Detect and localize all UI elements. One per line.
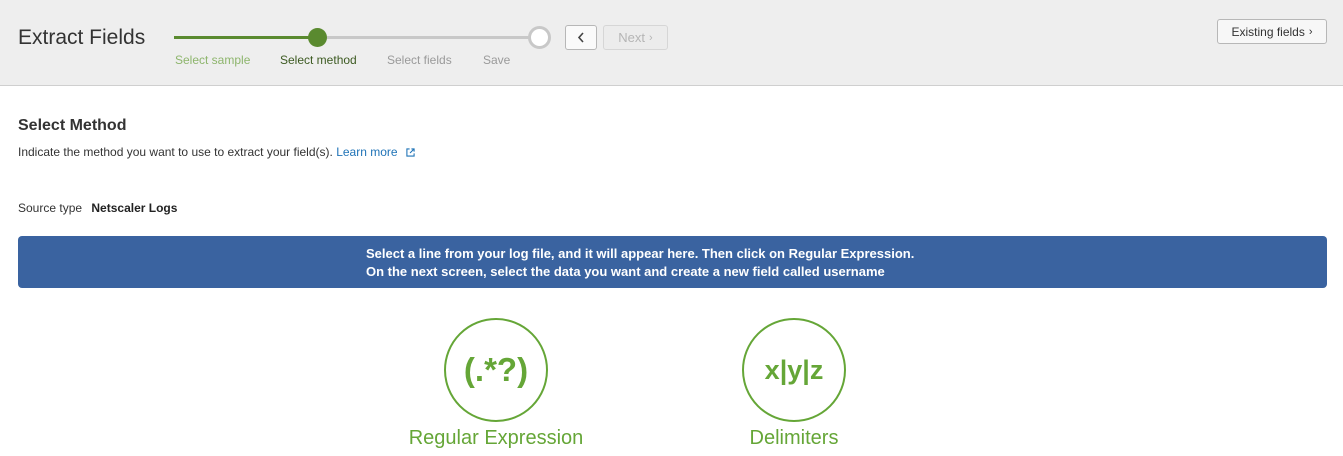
regular-expression-option[interactable]: (.*?) Regular Expression <box>386 318 606 454</box>
regex-symbol-icon: (.*?) <box>444 318 548 422</box>
source-type-row: Source type Netscaler Logs <box>18 201 177 215</box>
header-bar: Extract Fields Select sample Select meth… <box>0 0 1343 86</box>
instructions-text: Indicate the method you want to use to e… <box>18 145 333 159</box>
source-type-label: Source type <box>18 201 83 215</box>
banner-line-2: On the next screen, select the data you … <box>366 264 885 279</box>
back-button[interactable] <box>565 25 597 50</box>
learn-more-label: Learn more <box>336 145 398 159</box>
next-button-label: Next <box>618 30 646 45</box>
current-step-marker <box>308 28 327 47</box>
existing-fields-button[interactable]: Existing fields › <box>1217 19 1327 44</box>
instruction-banner: Select a line from your log file, and it… <box>18 236 1327 288</box>
next-button[interactable]: Next › <box>603 25 668 50</box>
chevron-right-icon: › <box>1308 25 1313 38</box>
delimiters-option[interactable]: x|y|z Delimiters <box>684 318 904 454</box>
step-select-sample: Select sample <box>175 53 251 67</box>
delimiters-label: Delimiters <box>749 427 839 449</box>
regex-symbol: (.*?) <box>463 351 529 388</box>
page-title: Extract Fields <box>18 26 146 49</box>
step-save: Save <box>483 53 511 67</box>
section-title: Select Method <box>18 117 127 134</box>
external-link-icon <box>406 148 415 157</box>
progress-fill <box>174 36 317 39</box>
existing-fields-label: Existing fields <box>1231 24 1305 39</box>
method-instructions: Indicate the method you want to use to e… <box>18 145 415 159</box>
step-select-fields: Select fields <box>387 53 452 67</box>
chevron-right-icon: › <box>649 31 653 44</box>
chevron-left-icon <box>577 32 584 43</box>
learn-more-link[interactable]: Learn more <box>336 145 415 159</box>
step-select-method: Select method <box>280 53 357 67</box>
delimiter-symbol: x|y|z <box>764 354 824 385</box>
delimiter-symbol-icon: x|y|z <box>742 318 846 422</box>
source-type-value: Netscaler Logs <box>91 201 178 215</box>
banner-line-1: Select a line from your log file, and it… <box>366 246 915 261</box>
final-step-marker <box>528 26 551 49</box>
step-progress <box>174 26 554 76</box>
regex-label: Regular Expression <box>408 427 584 449</box>
